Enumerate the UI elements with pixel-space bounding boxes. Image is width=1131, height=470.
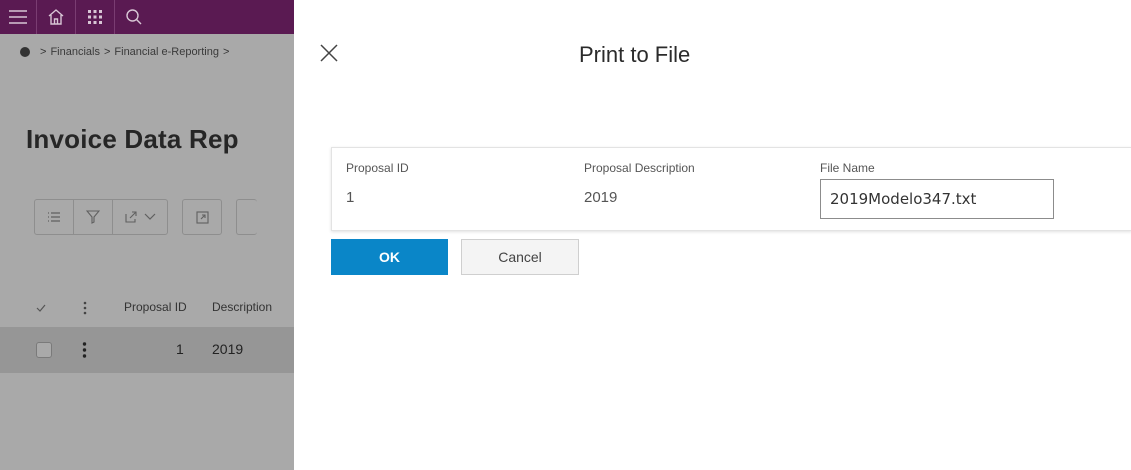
export-dropdown-button[interactable] bbox=[113, 200, 167, 234]
cell-proposal-id: 1 bbox=[176, 341, 184, 357]
home-icon bbox=[48, 9, 64, 25]
cancel-button[interactable]: Cancel bbox=[461, 239, 579, 275]
search-icon bbox=[126, 9, 142, 25]
open-in-icon bbox=[195, 210, 209, 224]
filter-icon bbox=[86, 210, 100, 224]
dialog-title: Print to File bbox=[579, 42, 691, 67]
column-options-icon[interactable] bbox=[83, 301, 87, 315]
top-navigation-bar bbox=[0, 0, 294, 34]
home-dot-icon[interactable] bbox=[20, 47, 30, 57]
table-header: Proposal ID Description bbox=[0, 296, 294, 320]
breadcrumb-item-financial-e-reporting[interactable]: Financial e-Reporting bbox=[114, 46, 219, 58]
row-checkbox[interactable] bbox=[36, 342, 52, 358]
list-view-button[interactable] bbox=[35, 200, 74, 234]
breadcrumb-separator: > bbox=[40, 46, 47, 58]
menu-button[interactable] bbox=[0, 0, 37, 34]
breadcrumb-separator: > bbox=[222, 46, 230, 58]
ok-button[interactable]: OK bbox=[331, 239, 448, 275]
menu-icon bbox=[9, 10, 27, 24]
row-actions-icon[interactable] bbox=[82, 342, 87, 358]
toolbar-group-secondary bbox=[182, 199, 222, 235]
background-app: > Financials > Financial e-Reporting > I… bbox=[0, 0, 294, 470]
proposal-id-label: Proposal ID bbox=[346, 161, 409, 175]
print-to-file-dialog: Print to File Proposal ID 1 Proposal Des… bbox=[294, 0, 1131, 470]
column-header-description[interactable]: Description bbox=[212, 300, 272, 314]
proposal-id-value: 1 bbox=[346, 189, 355, 206]
file-name-label: File Name bbox=[820, 161, 875, 175]
toolbar-group-main bbox=[34, 199, 168, 235]
page-title: Invoice Data Rep bbox=[26, 124, 239, 154]
proposal-description-label: Proposal Description bbox=[584, 161, 695, 175]
form-card: Proposal ID 1 Proposal Description 2019 … bbox=[331, 147, 1131, 231]
search-button[interactable] bbox=[115, 0, 153, 34]
breadcrumb-separator: > bbox=[103, 46, 111, 58]
app-grid-icon bbox=[88, 10, 102, 24]
proposal-description-value: 2019 bbox=[584, 189, 618, 206]
breadcrumb-item-financials[interactable]: Financials bbox=[50, 46, 100, 58]
toolbar-group-more bbox=[236, 199, 257, 235]
cell-description: 2019 bbox=[212, 341, 244, 357]
file-name-input[interactable] bbox=[820, 179, 1054, 219]
toolbar bbox=[34, 199, 257, 235]
export-icon bbox=[125, 211, 137, 223]
list-icon bbox=[48, 212, 60, 222]
breadcrumb: > Financials > Financial e-Reporting > bbox=[0, 34, 294, 70]
app-grid-button[interactable] bbox=[76, 0, 115, 34]
home-button[interactable] bbox=[37, 0, 76, 34]
open-in-button[interactable] bbox=[183, 200, 221, 234]
filter-button[interactable] bbox=[74, 200, 113, 234]
column-header-proposal-id[interactable]: Proposal ID bbox=[124, 300, 187, 314]
table-row[interactable]: 1 2019 bbox=[0, 327, 294, 373]
chevron-down-icon bbox=[144, 213, 156, 220]
select-all-check-icon[interactable] bbox=[36, 304, 46, 312]
